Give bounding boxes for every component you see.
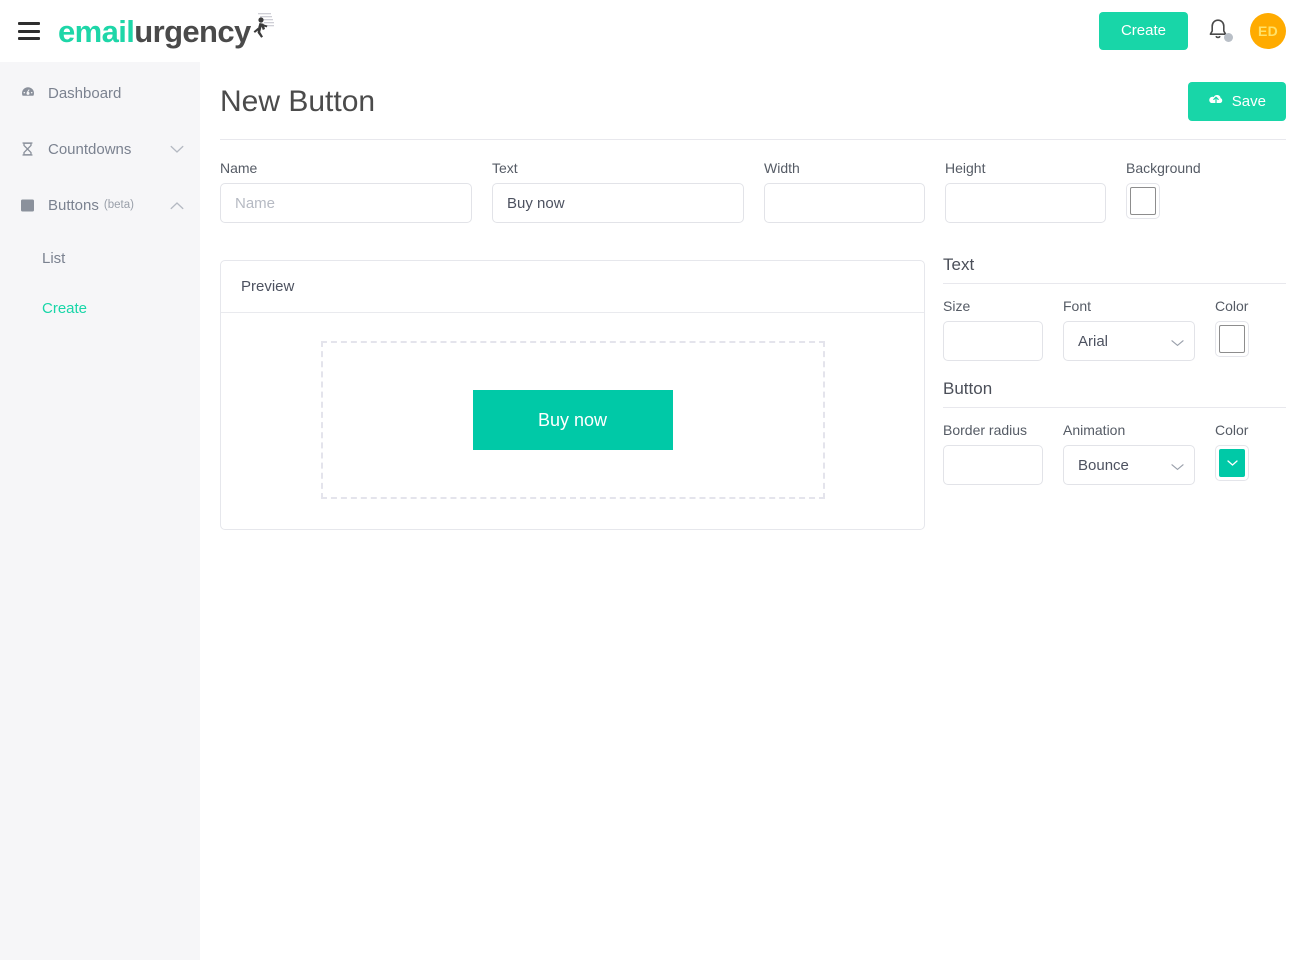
- field-text-color: Color: [1215, 298, 1265, 357]
- chevron-down-icon: [1226, 454, 1239, 472]
- border-radius-input[interactable]: [944, 446, 1042, 484]
- field-background: Background: [1126, 160, 1236, 219]
- create-button[interactable]: Create: [1098, 12, 1188, 50]
- field-text-size: Size: [943, 298, 1043, 361]
- sidebar-item-label: Dashboard: [48, 84, 122, 102]
- field-height-label: Height: [945, 160, 986, 176]
- chevron-down-icon[interactable]: [170, 145, 184, 154]
- top-bar-actions: Create ED: [1098, 12, 1306, 50]
- field-name: Name: [220, 160, 472, 223]
- field-text-font: Font Arial: [1063, 298, 1195, 361]
- sidebar-subitem-create[interactable]: Create: [0, 294, 200, 322]
- field-text-font-label: Font: [1063, 298, 1092, 314]
- field-width: Width: [764, 160, 925, 223]
- preview-card: Preview Buy now: [220, 260, 925, 530]
- sidebar: Dashboard Countdowns Buttons (beta) List…: [0, 62, 200, 960]
- field-animation-label: Animation: [1063, 422, 1126, 438]
- bell-icon[interactable]: [1206, 17, 1233, 45]
- preview-card-body: Buy now: [221, 313, 924, 529]
- running-person-icon: [245, 11, 279, 45]
- logo-text-secondary: urgency: [134, 13, 251, 49]
- style-panel: Text Size 18 Font Arial Color Button Bor…: [943, 255, 1286, 485]
- field-name-label: Name: [220, 160, 258, 176]
- sidebar-item-countdowns[interactable]: Countdowns: [0, 132, 200, 166]
- field-animation: Animation Bounce: [1063, 422, 1195, 485]
- button-section-controls: Border radius An: [943, 422, 1286, 485]
- field-border-radius-label: Border radius: [943, 422, 1028, 438]
- button-section-title: Button: [943, 379, 993, 398]
- field-height: Height: [945, 160, 1106, 223]
- background-color-picker[interactable]: [1126, 183, 1160, 219]
- logo-text-primary: email: [58, 13, 135, 49]
- text-input[interactable]: [492, 183, 744, 223]
- top-bar: emailurgency Create ED: [0, 0, 1306, 62]
- tachometer-icon: [20, 85, 40, 101]
- background-color-swatch: [1130, 187, 1156, 215]
- animation-select[interactable]: Bounce: [1063, 445, 1195, 485]
- field-background-label: Background: [1126, 160, 1201, 176]
- name-input[interactable]: [220, 183, 472, 223]
- app-root: emailurgency Create ED Dashboard Countdo…: [0, 0, 1306, 960]
- sidebar-subitem-label: Create: [42, 299, 88, 317]
- preview-drop-area[interactable]: Buy now: [320, 341, 825, 499]
- page-header: New Button Save: [200, 62, 1306, 121]
- text-section-controls: Size Font: [943, 298, 1286, 361]
- text-size-input[interactable]: [944, 322, 1042, 360]
- hourglass-icon: [20, 141, 40, 157]
- sidebar-item-beta-tag: (beta): [103, 199, 134, 211]
- save-button[interactable]: Save: [1187, 82, 1286, 121]
- button-settings-row: Name Text Width: [200, 140, 1306, 223]
- main-content: New Button Save Name Text: [200, 62, 1306, 960]
- sidebar-subitem-label: List: [42, 249, 66, 267]
- sidebar-item-dashboard[interactable]: Dashboard: [0, 76, 200, 110]
- button-section-divider: [943, 407, 1286, 408]
- field-text-color-label: Color: [1215, 298, 1249, 314]
- sidebar-item-buttons[interactable]: Buttons (beta): [0, 188, 200, 222]
- field-button-color: Color: [1215, 422, 1265, 481]
- notification-dot: [1224, 33, 1233, 42]
- app-logo[interactable]: emailurgency: [58, 0, 279, 62]
- width-input[interactable]: [765, 184, 924, 222]
- avatar[interactable]: ED: [1250, 13, 1286, 49]
- button-color-picker[interactable]: [1215, 445, 1249, 481]
- preview-card-header: Preview: [221, 261, 924, 313]
- sidebar-item-label: Countdowns: [48, 140, 132, 158]
- save-button-label: Save: [1231, 93, 1266, 110]
- sidebar-item-label: Buttons: [48, 196, 99, 214]
- text-color-picker[interactable]: [1215, 321, 1249, 357]
- text-font-select[interactable]: Arial: [1063, 321, 1195, 361]
- cloud-upload-icon: [1208, 93, 1224, 110]
- height-input[interactable]: [946, 184, 1105, 222]
- field-text: Text: [492, 160, 744, 223]
- text-section-title: Text: [943, 255, 975, 274]
- page-title: New Button: [220, 84, 376, 118]
- field-border-radius: Border radius: [943, 422, 1043, 485]
- hamburger-icon[interactable]: [18, 22, 40, 40]
- field-width-label: Width: [764, 160, 800, 176]
- field-text-size-label: Size: [943, 298, 971, 314]
- text-color-swatch: [1219, 325, 1245, 353]
- preview-button[interactable]: Buy now: [472, 390, 673, 450]
- sidebar-subitem-list[interactable]: List: [0, 244, 200, 272]
- field-button-color-label: Color: [1215, 422, 1249, 438]
- chevron-up-icon[interactable]: [170, 201, 184, 210]
- button-color-swatch: [1219, 449, 1245, 477]
- field-text-label: Text: [492, 160, 518, 176]
- square-icon: [20, 198, 40, 213]
- text-section-divider: [943, 283, 1286, 284]
